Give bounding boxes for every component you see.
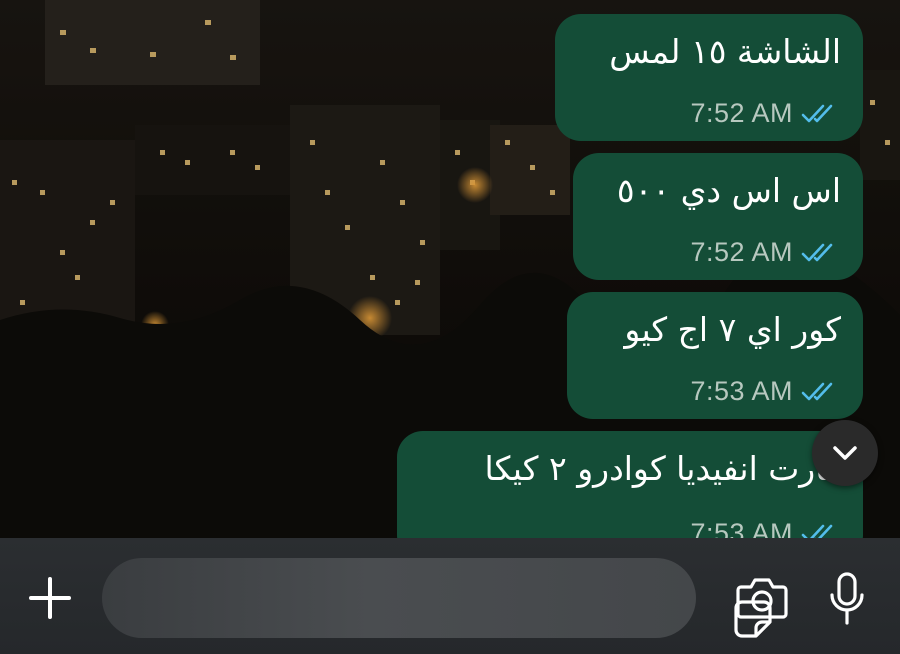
microphone-icon [830, 572, 864, 625]
message-time: 7:53 AM [690, 376, 793, 406]
message-meta: 7:52 AM [690, 98, 841, 129]
message-text: كور اي ٧ اج كيو [624, 310, 841, 349]
double-check-icon [801, 104, 833, 122]
double-check-icon [801, 382, 833, 400]
message-time: 7:52 AM [690, 98, 793, 128]
plus-icon [29, 577, 71, 619]
message-meta: 7:53 AM [690, 518, 841, 538]
double-check-icon [801, 524, 833, 538]
message-meta: 7:53 AM [690, 376, 841, 407]
message-bubble[interactable]: كارت انفيديا كوادرو ٢ كيكا 7:53 AM [397, 431, 863, 538]
message-text: اس اس دي ٥٠٠ [616, 171, 841, 210]
attach-button[interactable] [22, 570, 78, 626]
chevron-down-icon [833, 446, 857, 460]
message-bubble[interactable]: كور اي ٧ اج كيو 7:53 AM [567, 292, 863, 419]
message-text: كارت انفيديا كوادرو ٢ كيكا [484, 449, 841, 488]
message-list[interactable]: الشاشة ١٥ لمس 7:52 AM اس اس دي ٥٠٠ 7:52 … [0, 0, 900, 538]
scroll-to-bottom-button[interactable] [812, 420, 878, 486]
microphone-button[interactable] [822, 568, 872, 630]
double-check-icon [801, 243, 833, 261]
camera-button[interactable] [732, 572, 792, 624]
camera-icon [736, 578, 788, 619]
message-input[interactable] [130, 572, 614, 626]
message-bubble[interactable]: اس اس دي ٥٠٠ 7:52 AM [573, 153, 863, 280]
message-time: 7:53 AM [690, 518, 793, 538]
message-bubble[interactable]: الشاشة ١٥ لمس 7:52 AM [555, 14, 863, 141]
message-text: الشاشة ١٥ لمس [609, 32, 841, 71]
message-input-container[interactable] [102, 558, 772, 638]
message-composer [0, 538, 900, 654]
message-time: 7:52 AM [690, 237, 793, 267]
message-meta: 7:52 AM [690, 237, 841, 268]
